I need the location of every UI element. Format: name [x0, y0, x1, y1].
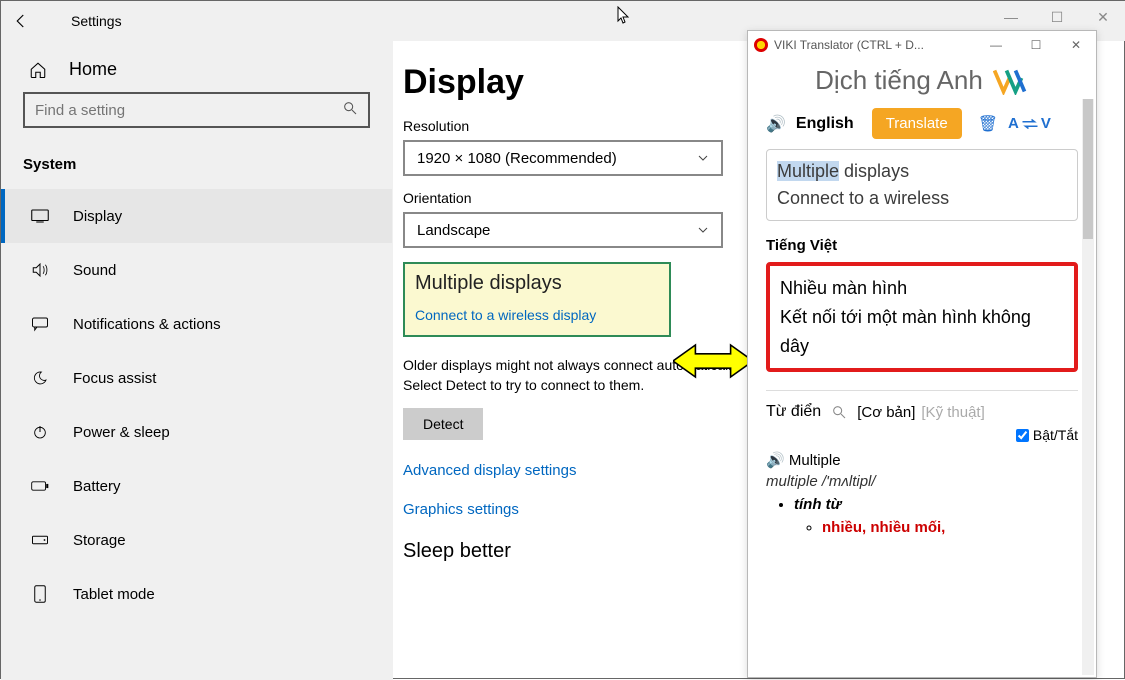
- battery-icon: [31, 477, 49, 495]
- home-icon: [29, 61, 47, 79]
- tab-tech[interactable]: [Kỹ thuật]: [921, 404, 984, 421]
- storage-icon: [31, 531, 49, 549]
- home-label: Home: [69, 59, 117, 80]
- sidebar-item-label: Sound: [73, 262, 116, 279]
- viki-minimize-button[interactable]: —: [976, 31, 1016, 59]
- settings-title: Settings: [71, 13, 122, 29]
- viki-header-title: Dịch tiếng Anh: [815, 65, 983, 96]
- target-lang-label: Tiếng Việt: [766, 237, 1078, 254]
- sidebar-item-power[interactable]: Power & sleep: [1, 405, 392, 459]
- connect-wireless-link[interactable]: Connect to a wireless display: [415, 307, 596, 323]
- viki-window-title: VIKI Translator (CTRL + D...: [774, 38, 924, 52]
- speaker-icon[interactable]: 🔊: [766, 114, 786, 134]
- sidebar-item-battery[interactable]: Battery: [1, 459, 392, 513]
- viki-scrollbar[interactable]: [1082, 99, 1094, 675]
- viki-caption-buttons: — ☐ ✕: [976, 31, 1096, 59]
- meaning: nhiều, nhiều mối,: [822, 519, 945, 536]
- viki-toolbar: 🔊 English Translate 🗑 A V: [766, 108, 1078, 139]
- close-button[interactable]: ✕: [1080, 1, 1125, 33]
- tablet-icon: [31, 585, 49, 603]
- magnifier-icon[interactable]: [831, 404, 847, 420]
- moon-icon: [31, 369, 49, 387]
- sidebar-item-label: Battery: [73, 478, 121, 495]
- viki-logo-icon: [993, 67, 1029, 95]
- english-label: English: [796, 115, 854, 133]
- translate-button[interactable]: Translate: [872, 108, 962, 139]
- trash-icon[interactable]: 🗑: [978, 114, 998, 134]
- sidebar-item-label: Tablet mode: [73, 586, 155, 603]
- home-link[interactable]: Home: [1, 47, 392, 92]
- dict-tabs: [Cơ bản] [Kỹ thuật]: [857, 404, 985, 421]
- sidebar-item-notifications[interactable]: Notifications & actions: [1, 297, 392, 351]
- nav-list: Display Sound Notifications & actions Fo…: [1, 181, 392, 621]
- sidebar-item-label: Power & sleep: [73, 424, 170, 441]
- minimize-button[interactable]: —: [988, 1, 1034, 33]
- display-icon: [31, 207, 49, 225]
- resolution-value: 1920 × 1080 (Recommended): [417, 150, 617, 167]
- translation-output: Nhiều màn hình Kết nối tới một màn hình …: [766, 262, 1078, 372]
- swap-languages-button[interactable]: A V: [1008, 115, 1051, 132]
- viki-window: VIKI Translator (CTRL + D... — ☐ ✕ Dịch …: [747, 30, 1097, 678]
- search-icon: [342, 100, 358, 116]
- power-icon: [31, 423, 49, 441]
- selected-text: Multiple: [777, 161, 839, 181]
- settings-sidebar: Home System Display Sound: [1, 41, 393, 680]
- window-caption-buttons: — ☐ ✕: [988, 1, 1125, 33]
- source-text-box[interactable]: Multiple displays Connect to a wireless: [766, 149, 1078, 221]
- viki-close-button[interactable]: ✕: [1056, 31, 1096, 59]
- output-line1: Nhiều màn hình: [780, 274, 1064, 303]
- sidebar-item-storage[interactable]: Storage: [1, 513, 392, 567]
- sidebar-item-label: Notifications & actions: [73, 316, 221, 333]
- dict-word: Multiple: [789, 452, 841, 469]
- viki-app-icon: [754, 38, 768, 52]
- speaker-small-icon[interactable]: 🔊: [766, 452, 785, 469]
- orientation-value: Landscape: [417, 222, 490, 239]
- viki-body: Dịch tiếng Anh 🔊 English Translate 🗑 A V…: [748, 59, 1096, 677]
- viki-scroll-thumb[interactable]: [1083, 99, 1093, 239]
- sidebar-item-focus[interactable]: Focus assist: [1, 351, 392, 405]
- arrow-left-icon: [12, 12, 30, 30]
- chevron-down-icon: [697, 224, 709, 236]
- maximize-button[interactable]: ☐: [1034, 1, 1080, 33]
- chevron-down-icon: [697, 152, 709, 164]
- detect-button[interactable]: Detect: [403, 408, 483, 440]
- dictionary-body: 🔊 Multiple multiple /'mʌltipl/ tính từ n…: [766, 443, 1078, 536]
- sidebar-item-display[interactable]: Display: [1, 189, 392, 243]
- search-wrap: [1, 92, 392, 138]
- back-button[interactable]: [1, 1, 41, 41]
- orientation-select[interactable]: Landscape: [403, 212, 723, 248]
- output-line2: Kết nối tới một màn hình không dây: [780, 303, 1064, 361]
- sidebar-item-label: Focus assist: [73, 370, 156, 387]
- dict-label: Từ điển: [766, 403, 821, 421]
- dictionary-header: Từ điển [Cơ bản] [Kỹ thuật]: [766, 390, 1078, 421]
- sidebar-item-label: Storage: [73, 532, 126, 549]
- sidebar-item-label: Display: [73, 208, 122, 225]
- toggle-checkbox[interactable]: [1016, 429, 1029, 442]
- input-line1-rest: displays: [839, 161, 909, 181]
- tab-basic[interactable]: [Cơ bản]: [857, 404, 915, 421]
- chat-icon: [31, 315, 49, 333]
- section-label: System: [1, 138, 392, 181]
- search-input[interactable]: [23, 92, 370, 128]
- viki-header: Dịch tiếng Anh: [766, 65, 1078, 96]
- multiple-displays-heading: Multiple displays: [415, 272, 659, 295]
- resolution-select[interactable]: 1920 × 1080 (Recommended): [403, 140, 723, 176]
- toggle-row: Bật/Tắt: [766, 427, 1078, 443]
- input-line2: Connect to a wireless: [777, 188, 949, 208]
- sidebar-item-sound[interactable]: Sound: [1, 243, 392, 297]
- older-displays-desc: Older displays might not always connect …: [403, 355, 743, 396]
- multiple-displays-highlight: Multiple displays Connect to a wireless …: [403, 262, 671, 337]
- viki-maximize-button[interactable]: ☐: [1016, 31, 1056, 59]
- part-of-speech: tính từ: [794, 496, 841, 513]
- viki-titlebar: VIKI Translator (CTRL + D... — ☐ ✕: [748, 31, 1096, 59]
- sidebar-item-tablet[interactable]: Tablet mode: [1, 567, 392, 621]
- pronunciation: multiple /'mʌltipl/: [766, 473, 1078, 490]
- sound-icon: [31, 261, 49, 279]
- toggle-label: Bật/Tắt: [1033, 427, 1078, 443]
